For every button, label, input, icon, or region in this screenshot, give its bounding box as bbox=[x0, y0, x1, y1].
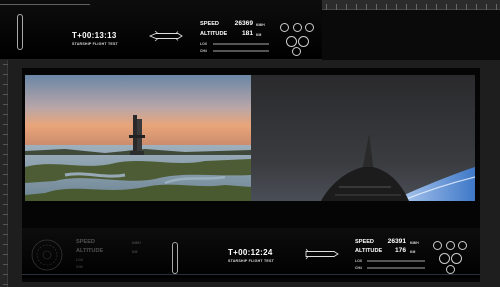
ch4-gauge bbox=[367, 267, 425, 269]
speed-value: 26369 bbox=[234, 20, 253, 27]
ruler-tick bbox=[356, 4, 357, 10]
ruler-tick bbox=[406, 4, 407, 10]
mission-timer: T+00:12:24 bbox=[228, 248, 273, 257]
booster-altitude-label: ALTITUDE bbox=[76, 248, 104, 254]
mission-timer: T+00:13:13 bbox=[72, 31, 117, 40]
altitude-label: ALTITUDE bbox=[200, 31, 228, 37]
lox-gauge bbox=[213, 43, 269, 45]
speed-label: SPEED bbox=[355, 239, 374, 245]
booster-lox-label: LOX bbox=[76, 258, 83, 262]
flight-caption: STARSHIP FLIGHT TEST bbox=[228, 259, 274, 263]
booster-altitude-unit: KM bbox=[132, 250, 138, 254]
altitude-unit: KM bbox=[256, 33, 262, 37]
ruler-tick bbox=[456, 4, 457, 10]
ruler-tick bbox=[376, 4, 377, 10]
ch4-label: CH4 bbox=[355, 266, 362, 270]
ruler-tick bbox=[386, 4, 387, 10]
ship-onboard-camera-feed bbox=[251, 75, 475, 201]
horizontal-ruler bbox=[322, 0, 500, 10]
ruler-tick bbox=[426, 4, 427, 10]
ruler-tick bbox=[476, 4, 477, 10]
hud-rule bbox=[22, 274, 480, 275]
launch-site-camera-feed bbox=[25, 75, 251, 201]
speed-value: 26391 bbox=[387, 238, 406, 245]
speed-unit: KM/H bbox=[410, 241, 419, 245]
starship-icon bbox=[148, 30, 183, 42]
booster-speed-unit: KM/H bbox=[132, 241, 141, 245]
ruler-tick bbox=[436, 4, 437, 10]
hud-rule bbox=[0, 4, 90, 5]
ruler-tick bbox=[336, 4, 337, 10]
ruler-tick bbox=[366, 4, 367, 10]
ruler-tick bbox=[466, 4, 467, 10]
booster-icon bbox=[305, 248, 339, 260]
flight-caption: STARSHIP FLIGHT TEST bbox=[72, 42, 118, 46]
timeline-pill bbox=[172, 242, 178, 274]
booster-ch4-label: CH4 bbox=[76, 265, 83, 269]
timeline-pill bbox=[17, 14, 23, 50]
ruler-tick bbox=[396, 4, 397, 10]
vertical-ruler bbox=[0, 60, 8, 287]
ch4-gauge bbox=[213, 50, 269, 52]
ruler-tick bbox=[326, 4, 327, 10]
lox-gauge bbox=[367, 260, 425, 262]
ruler-tick bbox=[346, 4, 347, 10]
lox-label: LOX bbox=[355, 259, 362, 263]
altitude-value: 176 bbox=[394, 247, 406, 254]
altitude-unit: KM bbox=[410, 250, 416, 254]
ruler-tick bbox=[496, 4, 497, 10]
altitude-value: 181 bbox=[241, 30, 253, 37]
speed-unit: KM/H bbox=[256, 23, 265, 27]
speed-label: SPEED bbox=[200, 21, 219, 27]
booster-engine-ring-icon bbox=[31, 239, 63, 271]
ruler-tick bbox=[446, 4, 447, 10]
ruler-tick bbox=[486, 4, 487, 10]
booster-and-ship-telemetry-hud: SPEED KM/H ALTITUDE KM LOX CH4 T+00:12:2… bbox=[22, 228, 480, 278]
booster-speed-label: SPEED bbox=[76, 239, 95, 245]
ruler-tick bbox=[416, 4, 417, 10]
lox-label: LOX bbox=[200, 42, 207, 46]
ship-telemetry-hud: T+00:13:13 STARSHIP FLIGHT TEST SPEED 26… bbox=[0, 0, 322, 60]
ch4-label: CH4 bbox=[200, 49, 207, 53]
